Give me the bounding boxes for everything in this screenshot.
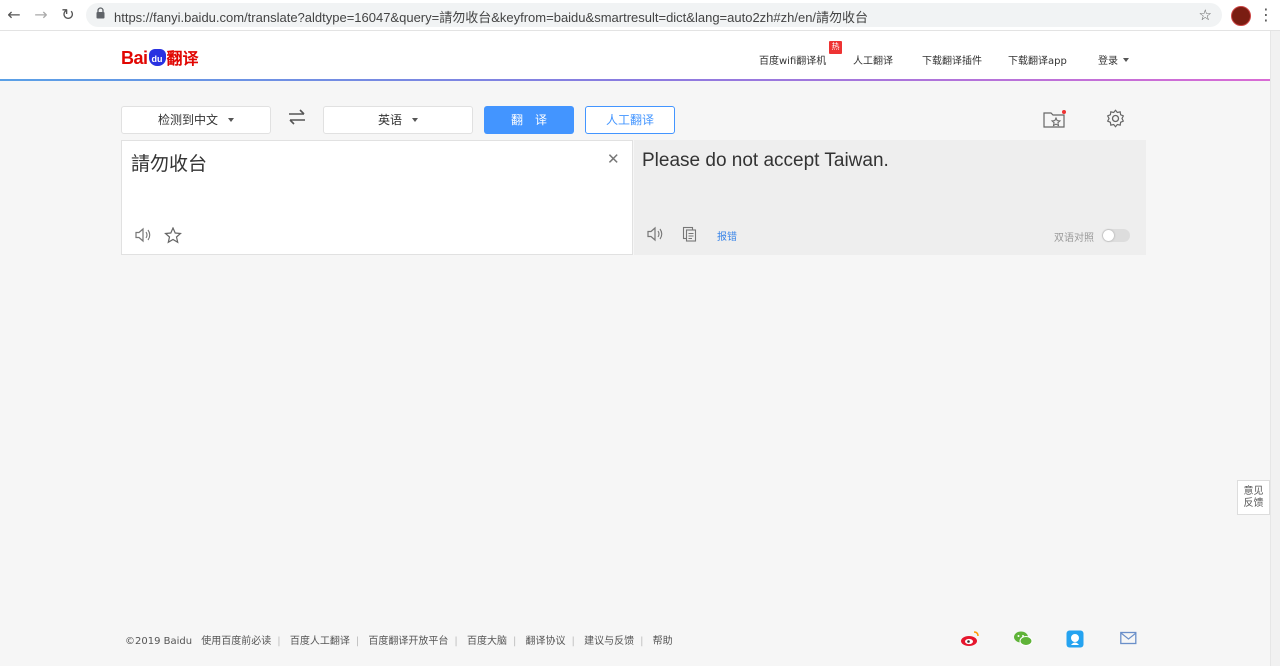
- reload-icon[interactable]: ↻: [59, 6, 77, 24]
- footer-separator: |: [512, 636, 517, 647]
- chevron-down-icon: [1123, 58, 1129, 62]
- hot-badge: 热: [829, 41, 842, 54]
- kebab-menu-icon[interactable]: ⋮: [1258, 5, 1274, 24]
- paw-icon: du: [148, 49, 166, 66]
- feedback-line2: 反馈: [1243, 498, 1264, 509]
- url-text[interactable]: https://fanyi.baidu.com/translate?aldtyp…: [114, 7, 868, 26]
- footer-separator: |: [277, 636, 281, 647]
- footer-separator: |: [571, 636, 575, 647]
- footer-link[interactable]: 帮助: [653, 636, 673, 647]
- weibo-icon[interactable]: [960, 630, 979, 647]
- speaker-icon[interactable]: [134, 227, 152, 243]
- speaker-icon[interactable]: [646, 226, 664, 242]
- bilingual-toggle[interactable]: [1102, 229, 1130, 242]
- target-language-select[interactable]: 英语: [323, 106, 473, 134]
- footer-link[interactable]: 百度翻译开放平台: [368, 636, 448, 647]
- footer-links: ©2019 Baidu 使用百度前必读 | 百度人工翻译 | 百度翻译开放平台 | 百…: [125, 632, 673, 647]
- footer-separator: |: [355, 636, 360, 647]
- copyright-text: ©2019 Baidu: [125, 636, 193, 647]
- header-gradient-divider: [0, 79, 1270, 81]
- bilingual-label: 双语对照: [1054, 233, 1094, 244]
- source-language-select[interactable]: 检测到中文: [121, 106, 271, 134]
- chevron-down-icon: [228, 118, 234, 122]
- source-text-panel[interactable]: 請勿收台 ✕: [121, 140, 633, 255]
- report-error-link[interactable]: 报错: [717, 228, 737, 243]
- swap-languages-icon[interactable]: [285, 107, 309, 129]
- footer-link[interactable]: 百度大脑: [467, 636, 507, 647]
- feedback-button[interactable]: 意见 反馈: [1237, 480, 1270, 515]
- star-icon[interactable]: ☆: [1199, 6, 1212, 24]
- profile-avatar[interactable]: [1231, 6, 1251, 26]
- toggle-knob: [1103, 230, 1114, 241]
- feedback-line1: 意见: [1243, 486, 1264, 497]
- logo-fanyi-text: 翻译: [166, 51, 199, 68]
- footer-link[interactable]: 建议与反馈: [584, 636, 634, 647]
- footer-link[interactable]: 使用百度前必读: [201, 636, 271, 647]
- logo-du-text: du: [151, 54, 163, 64]
- mail-icon[interactable]: [1120, 630, 1138, 647]
- login-label: 登录: [1098, 56, 1118, 67]
- favorites-folder-icon[interactable]: [1043, 109, 1066, 129]
- translation-output-panel: Please do not accept Taiwan. 报错 双语对照: [634, 140, 1146, 255]
- footer-separator: |: [454, 636, 458, 647]
- source-language-label: 检测到中文: [157, 113, 218, 127]
- wechat-icon[interactable]: [1013, 630, 1033, 647]
- star-icon[interactable]: [164, 226, 182, 244]
- qq-zone-icon[interactable]: [1066, 630, 1084, 648]
- human-translate-button[interactable]: 人工翻译: [585, 106, 675, 134]
- chevron-down-icon: [412, 118, 418, 122]
- footer-link[interactable]: 翻译协议: [526, 636, 566, 647]
- gear-icon[interactable]: [1105, 108, 1126, 129]
- logo-bai-text: Bai: [121, 48, 148, 68]
- browser-toolbar: ← → ↻ https://fanyi.baidu.com/translate?…: [0, 0, 1280, 31]
- nav-human-translate[interactable]: 人工翻译: [853, 52, 893, 67]
- nav-download-plugin[interactable]: 下载翻译插件: [922, 52, 982, 67]
- target-language-label: 英语: [377, 113, 402, 127]
- nav-wifi-translator[interactable]: 百度wifi翻译机: [759, 52, 826, 67]
- address-bar[interactable]: https://fanyi.baidu.com/translate?aldtyp…: [86, 3, 1222, 27]
- forward-arrow-icon[interactable]: →: [32, 6, 50, 24]
- copy-icon[interactable]: [682, 226, 700, 242]
- footer-link[interactable]: 百度人工翻译: [290, 636, 350, 647]
- footer-separator: |: [640, 636, 644, 647]
- translation-output-text: Please do not accept Taiwan.: [642, 150, 889, 171]
- baidu-fanyi-logo[interactable]: Bai du 翻译: [121, 45, 199, 71]
- back-arrow-icon[interactable]: ←: [5, 6, 23, 24]
- page-scrollbar[interactable]: [1270, 31, 1280, 666]
- translate-button[interactable]: 翻译: [484, 106, 574, 134]
- source-text-input[interactable]: 請勿收台: [131, 149, 207, 176]
- nav-login[interactable]: 登录: [1098, 52, 1129, 67]
- close-icon[interactable]: ✕: [607, 150, 620, 168]
- nav-download-app[interactable]: 下载翻译app: [1008, 52, 1067, 67]
- lock-icon: [96, 7, 110, 23]
